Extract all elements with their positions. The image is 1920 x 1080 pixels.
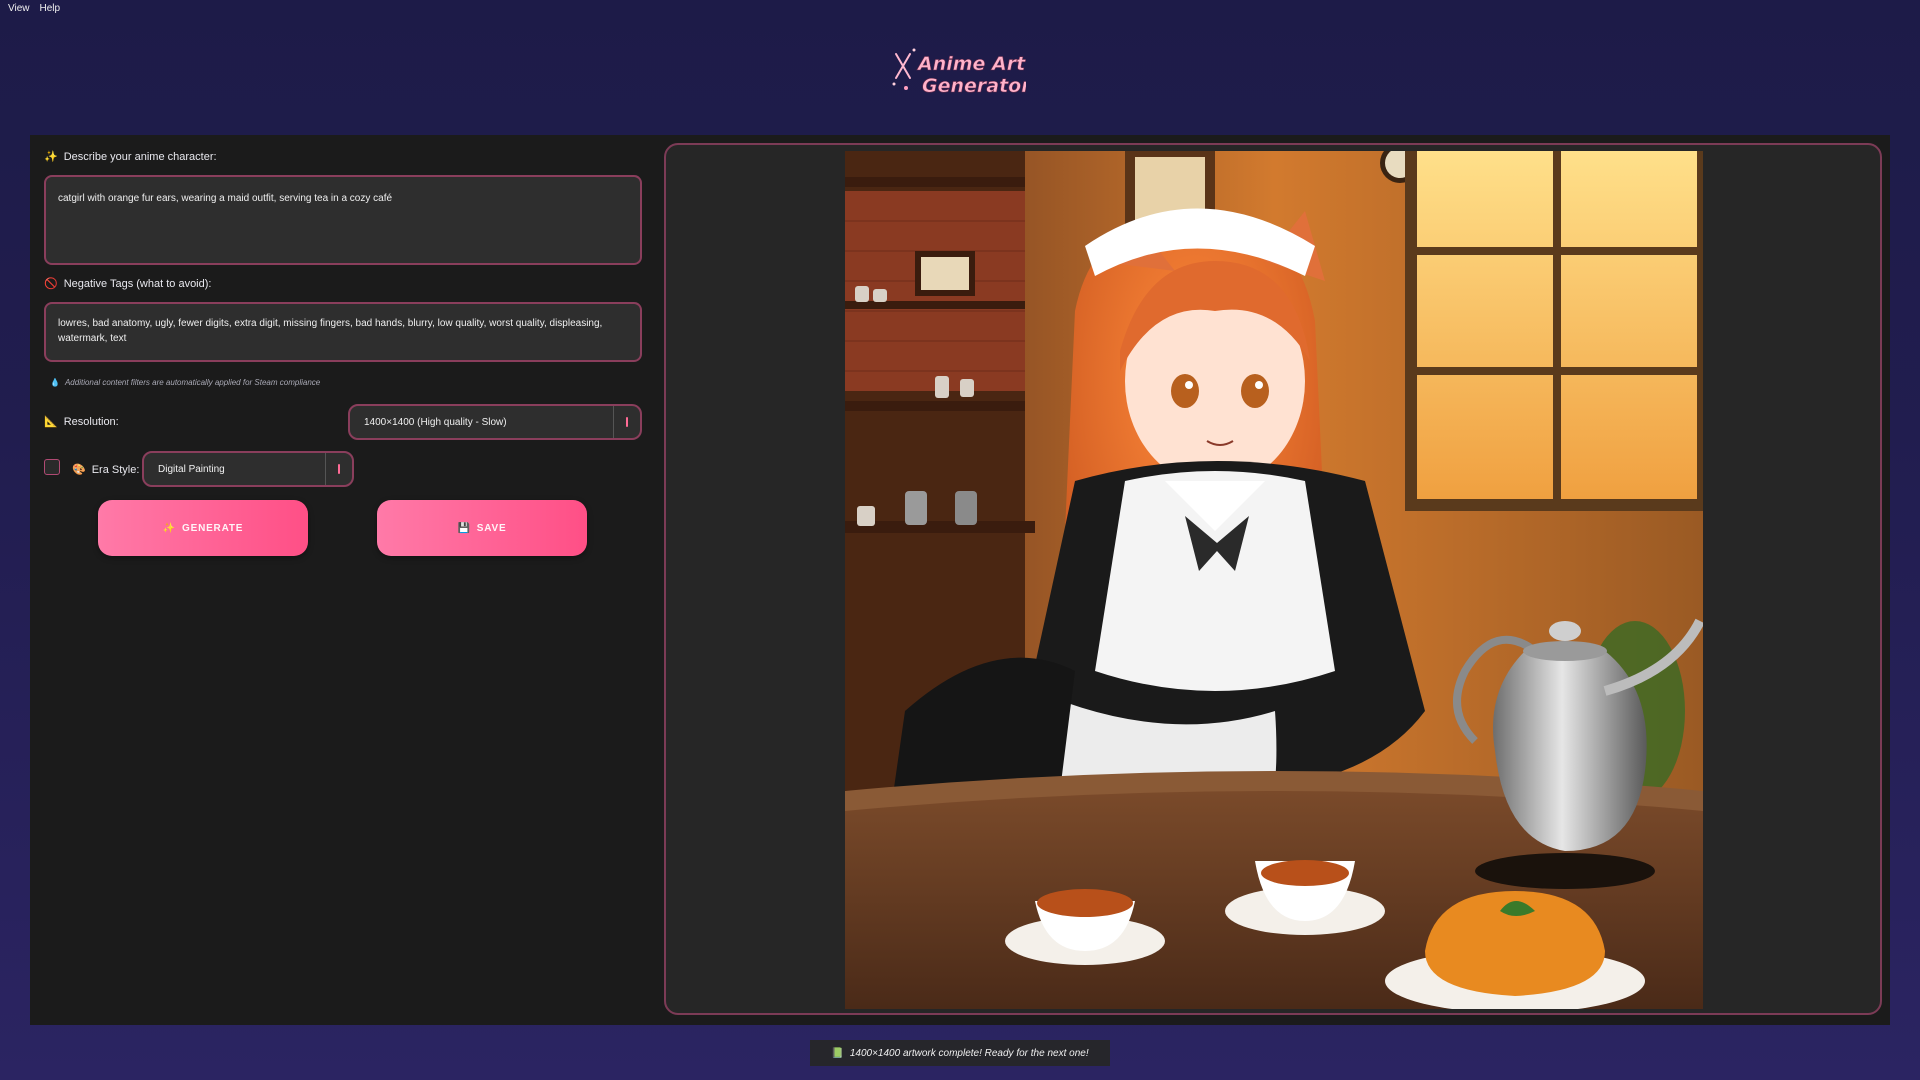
generate-button[interactable]: ✨ GENERATE xyxy=(98,500,308,556)
negative-label: Negative Tags (what to avoid): xyxy=(63,277,212,290)
era-style-checkbox[interactable] xyxy=(44,459,60,475)
resolution-select[interactable]: 1400×1400 (High quality - Slow) xyxy=(348,404,642,440)
status-text: 1400×1400 artwork complete! Ready for th… xyxy=(849,1047,1089,1059)
svg-text:Generator: Generator xyxy=(922,75,1026,97)
character-description-input[interactable]: catgirl with orange fur ears, wearing a … xyxy=(44,175,642,265)
main-panel: ✨ Describe your anime character: catgirl… xyxy=(30,135,1890,1025)
resolution-label: Resolution: xyxy=(63,415,119,428)
generated-artwork xyxy=(845,151,1703,1009)
artwork-preview-frame xyxy=(664,143,1882,1015)
save-label: SAVE xyxy=(476,522,507,534)
era-selected: Digital Painting xyxy=(158,463,225,475)
resolution-selected: 1400×1400 (High quality - Slow) xyxy=(364,416,507,428)
palette-icon: 🎨 xyxy=(72,464,86,476)
compliance-note: 💧 Additional content filters are automat… xyxy=(50,378,320,387)
era-label: Era Style: xyxy=(91,463,140,476)
generate-label: GENERATE xyxy=(182,522,244,534)
era-style-select[interactable]: Digital Painting xyxy=(142,451,354,487)
era-label-row: 🎨 Era Style: xyxy=(72,463,140,477)
era-dropdown-icon[interactable] xyxy=(325,453,352,485)
svg-text:Anime Art: Anime Art xyxy=(916,53,1026,75)
droplet-icon: 💧 xyxy=(50,378,60,387)
resolution-dropdown-icon[interactable] xyxy=(613,406,640,438)
controls-panel: ✨ Describe your anime character: catgirl… xyxy=(30,135,660,1025)
sparkles-icon: ✨ xyxy=(44,151,58,163)
triangle-ruler-icon: 📐 xyxy=(44,416,58,428)
app-logo: Anime Art Generator xyxy=(888,44,1033,104)
floppy-disk-icon: 💾 xyxy=(457,522,471,534)
resolution-label-row: 📐 Resolution: xyxy=(44,415,119,429)
describe-label-row: ✨ Describe your anime character: xyxy=(44,150,217,164)
compliance-note-text: Additional content filters are automatic… xyxy=(64,378,321,387)
menu-bar: View Help xyxy=(0,0,60,16)
menu-view[interactable]: View xyxy=(8,3,30,14)
sparkles-icon: ✨ xyxy=(162,522,177,534)
status-bar: 📗 1400×1400 artwork complete! Ready for … xyxy=(810,1040,1110,1066)
negative-label-row: 🚫 Negative Tags (what to avoid): xyxy=(44,277,212,291)
green-book-icon: 📗 xyxy=(831,1047,844,1059)
describe-label: Describe your anime character: xyxy=(63,150,217,163)
negative-tags-input[interactable]: lowres, bad anatomy, ugly, fewer digits,… xyxy=(44,302,642,362)
no-entry-icon: 🚫 xyxy=(44,278,58,290)
menu-help[interactable]: Help xyxy=(40,3,61,14)
save-button[interactable]: 💾 SAVE xyxy=(377,500,587,556)
